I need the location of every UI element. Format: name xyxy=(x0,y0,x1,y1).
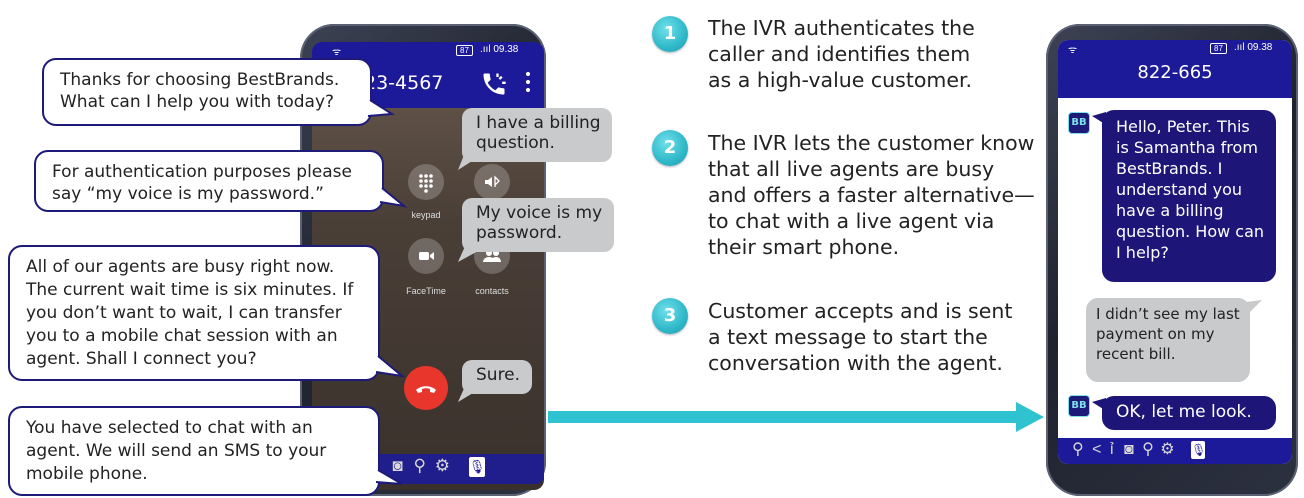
step-3-text: Customer accepts and is sent a text mess… xyxy=(708,299,1013,375)
step-1-number: 1 xyxy=(652,16,688,52)
right-phone: ᯤ 87 .ııl 09.38 822-665 BB Hello, Peter.… xyxy=(1046,24,1298,496)
people-icon[interactable]: ỉ xyxy=(1110,441,1114,458)
location-pin-icon[interactable]: ⚲ xyxy=(1142,441,1154,458)
settings-icon[interactable]: ⚙ xyxy=(1160,441,1174,458)
camera-icon[interactable]: ◙ xyxy=(1124,441,1134,458)
caller-bubble-3: Sure. xyxy=(462,360,532,394)
right-phone-screen: ᯤ 87 .ııl 09.38 822-665 BB Hello, Peter.… xyxy=(1058,40,1292,464)
flow-arrow xyxy=(548,402,1044,432)
step-2-number: 2 xyxy=(652,130,688,166)
step-1-text: The IVR authenticates the caller and ide… xyxy=(708,16,975,92)
step-3-number: 3 xyxy=(652,298,688,334)
microphone-icon[interactable]: 🎙 xyxy=(1191,441,1206,459)
chat-bubble-tails xyxy=(1092,112,1262,412)
share-icon[interactable]: < xyxy=(1092,441,1101,458)
caller-bubble-1: I have a billing question. xyxy=(462,108,612,162)
search-icon[interactable]: ⚲ xyxy=(1072,441,1084,458)
step-2-text: The IVR lets the customer know that all … xyxy=(708,131,1035,259)
caller-bubble-2: My voice is my password. xyxy=(462,198,614,252)
right-dock-icons: ⚲ < ỉ ◙ ⚲ ⚙ 🎙 xyxy=(1072,439,1206,459)
